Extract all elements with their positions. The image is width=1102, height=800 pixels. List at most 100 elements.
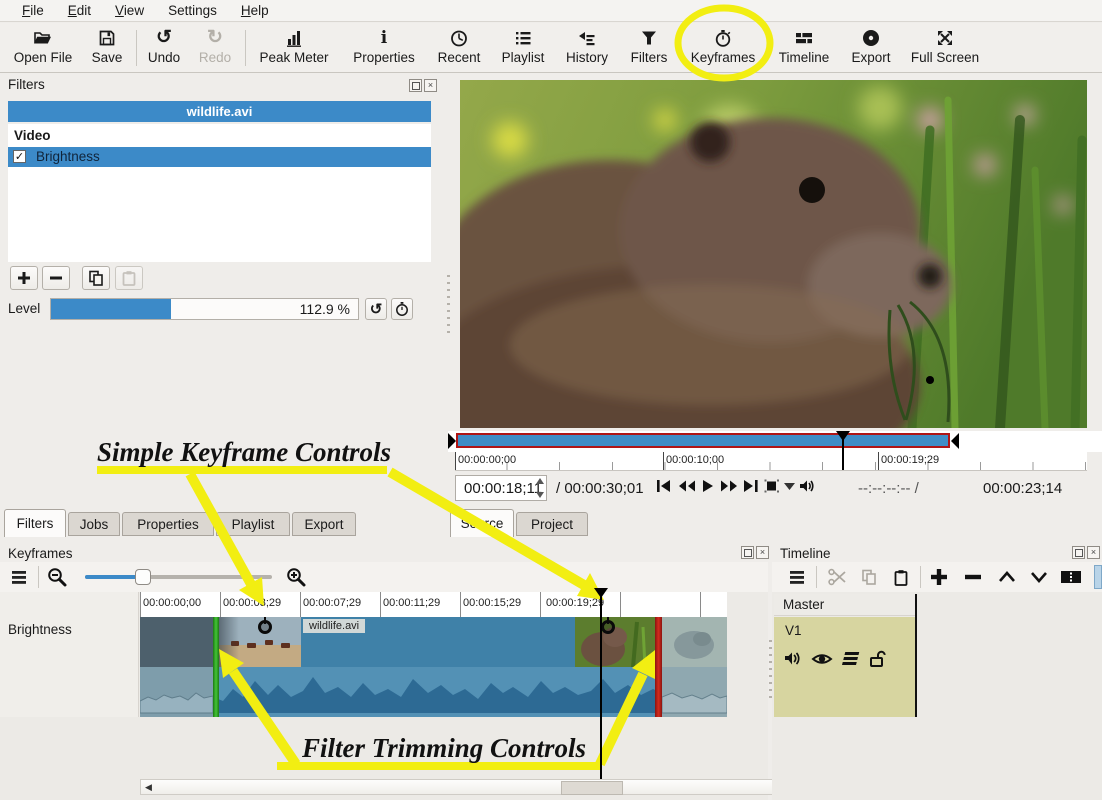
lift-button[interactable] (994, 565, 1020, 589)
trim-in-marker[interactable] (448, 433, 456, 449)
scrubber-bar[interactable] (448, 431, 1102, 452)
cut-button (824, 565, 850, 589)
full-screen-button[interactable]: Full Screen (902, 26, 988, 70)
trim-out-marker[interactable] (951, 433, 959, 449)
video-frame-marmot (460, 80, 1087, 428)
save-icon (84, 26, 130, 50)
master-track-head[interactable]: Master (774, 594, 916, 616)
filter-trim-out-handle[interactable] (655, 617, 662, 717)
append-button[interactable] (926, 565, 952, 589)
level-label: Level (8, 301, 40, 316)
undo-button[interactable]: ↺ Undo (142, 26, 186, 70)
hamburger-icon (10, 568, 28, 586)
rewind-icon[interactable] (677, 478, 697, 494)
mute-icon[interactable] (783, 649, 805, 669)
keyframes-toggle-button[interactable] (391, 298, 413, 320)
close-panel-icon[interactable]: × (756, 546, 769, 559)
float-panel-icon[interactable] (409, 79, 422, 92)
menu-help[interactable]: Help (229, 2, 281, 19)
keyframes-ruler[interactable]: 00:00:00;00 00:00:03;29 00:00:07;29 00:0… (140, 592, 727, 618)
volume-icon[interactable] (798, 478, 818, 494)
scroll-left-icon[interactable]: ◀ (145, 782, 152, 793)
playlist-button[interactable]: Playlist (492, 26, 554, 70)
open-file-button[interactable]: Open File (6, 26, 80, 70)
copy-icon (860, 568, 878, 586)
ruler-label: 00:00:07;29 (303, 597, 361, 609)
v1-track-head[interactable]: V1 (774, 617, 916, 717)
tab-playlist[interactable]: Playlist (216, 512, 290, 536)
position-spinbox[interactable]: 00:00:18;11 (455, 475, 547, 501)
keyframes-hscrollbar[interactable]: ◀ ▶ (140, 779, 788, 795)
overwrite-button[interactable] (1026, 565, 1052, 589)
spinbox-down-button[interactable] (536, 492, 544, 498)
filters-button[interactable]: Filters (622, 26, 676, 70)
play-icon[interactable] (700, 478, 716, 494)
panel-splitter[interactable] (447, 275, 450, 335)
timeline-icon (770, 26, 838, 50)
paste-button[interactable] (888, 565, 914, 589)
tab-project[interactable]: Project (516, 512, 588, 536)
composite-layers-icon[interactable] (839, 649, 861, 669)
open-file-icon (6, 26, 80, 50)
keyframes-button[interactable]: Keyframes (682, 26, 764, 70)
filters-label: Filters (631, 50, 668, 65)
clip-properties-button[interactable] (1058, 565, 1084, 589)
menu-view[interactable]: View (103, 2, 156, 19)
menu-file[interactable]: File (10, 2, 56, 19)
timeline-label: Timeline (779, 50, 830, 65)
tab-export[interactable]: Export (292, 512, 356, 536)
reset-level-button[interactable]: ↺ (365, 298, 387, 320)
history-label: History (566, 50, 608, 65)
keyframe-marker-1[interactable] (258, 620, 272, 634)
scrollbar-thumb[interactable] (561, 781, 623, 795)
keyframes-zoom-slider[interactable] (85, 575, 272, 579)
save-button[interactable]: Save (84, 26, 130, 70)
skip-end-icon[interactable] (741, 478, 761, 494)
tab-filters[interactable]: Filters (4, 509, 66, 537)
chevron-down-icon[interactable] (783, 481, 796, 492)
ripple-delete-button[interactable] (960, 565, 986, 589)
close-panel-icon[interactable]: × (1087, 546, 1100, 559)
playlist-icon (492, 26, 554, 50)
tab-source[interactable]: Source (450, 509, 514, 537)
hide-eye-icon[interactable] (811, 649, 833, 669)
skip-start-icon[interactable] (655, 478, 675, 494)
player-time-ruler[interactable]: 00:00:00;00 00:00:10;00 00:00:19;29 (455, 452, 1087, 471)
timeline-button[interactable]: Timeline (770, 26, 838, 70)
zoom-out-button[interactable] (44, 565, 70, 589)
keyframes-track[interactable]: wildlife.avi (140, 617, 727, 717)
menu-edit[interactable]: Edit (56, 2, 103, 19)
tab-jobs[interactable]: Jobs (68, 512, 120, 536)
shotcut-window: File Edit View Settings Help Open File S… (0, 0, 1102, 800)
filter-checkbox[interactable]: ✓ (13, 150, 26, 163)
filter-row-brightness[interactable]: ✓ Brightness (8, 147, 431, 167)
fast-forward-icon[interactable] (719, 478, 739, 494)
timeline-menu-button[interactable] (784, 565, 810, 589)
recent-button[interactable]: Recent (432, 26, 486, 70)
tab-properties[interactable]: Properties (122, 512, 214, 536)
add-filter-button[interactable] (10, 266, 38, 290)
menu-settings[interactable]: Settings (156, 2, 229, 19)
slider-handle[interactable] (135, 569, 151, 585)
peak-meter-button[interactable]: Peak Meter (252, 26, 336, 70)
export-button[interactable]: Export (844, 26, 898, 70)
copy-filters-button[interactable] (82, 266, 110, 290)
zoom-in-button[interactable] (283, 565, 309, 589)
stop-zoom-icon[interactable] (763, 478, 781, 494)
snap-toggle-button[interactable] (1094, 565, 1102, 589)
filters-clip-header: wildlife.avi (8, 101, 431, 122)
filter-trim-in-handle[interactable] (213, 617, 219, 717)
float-panel-icon[interactable] (1072, 546, 1085, 559)
close-panel-icon[interactable]: × (424, 79, 437, 92)
remove-filter-button[interactable] (42, 266, 70, 290)
lock-open-icon[interactable] (867, 648, 889, 669)
float-panel-icon[interactable] (741, 546, 754, 559)
level-slider[interactable]: 112.9 % (50, 298, 359, 320)
properties-button[interactable]: i Properties (342, 26, 426, 70)
keyframes-track-head: Brightness (0, 592, 139, 717)
history-button[interactable]: History (558, 26, 616, 70)
keyframes-menu-button[interactable] (6, 565, 32, 589)
keyframe-marker-2[interactable] (601, 620, 615, 634)
spinbox-up-button[interactable] (536, 478, 544, 484)
player-playhead[interactable] (836, 431, 850, 441)
